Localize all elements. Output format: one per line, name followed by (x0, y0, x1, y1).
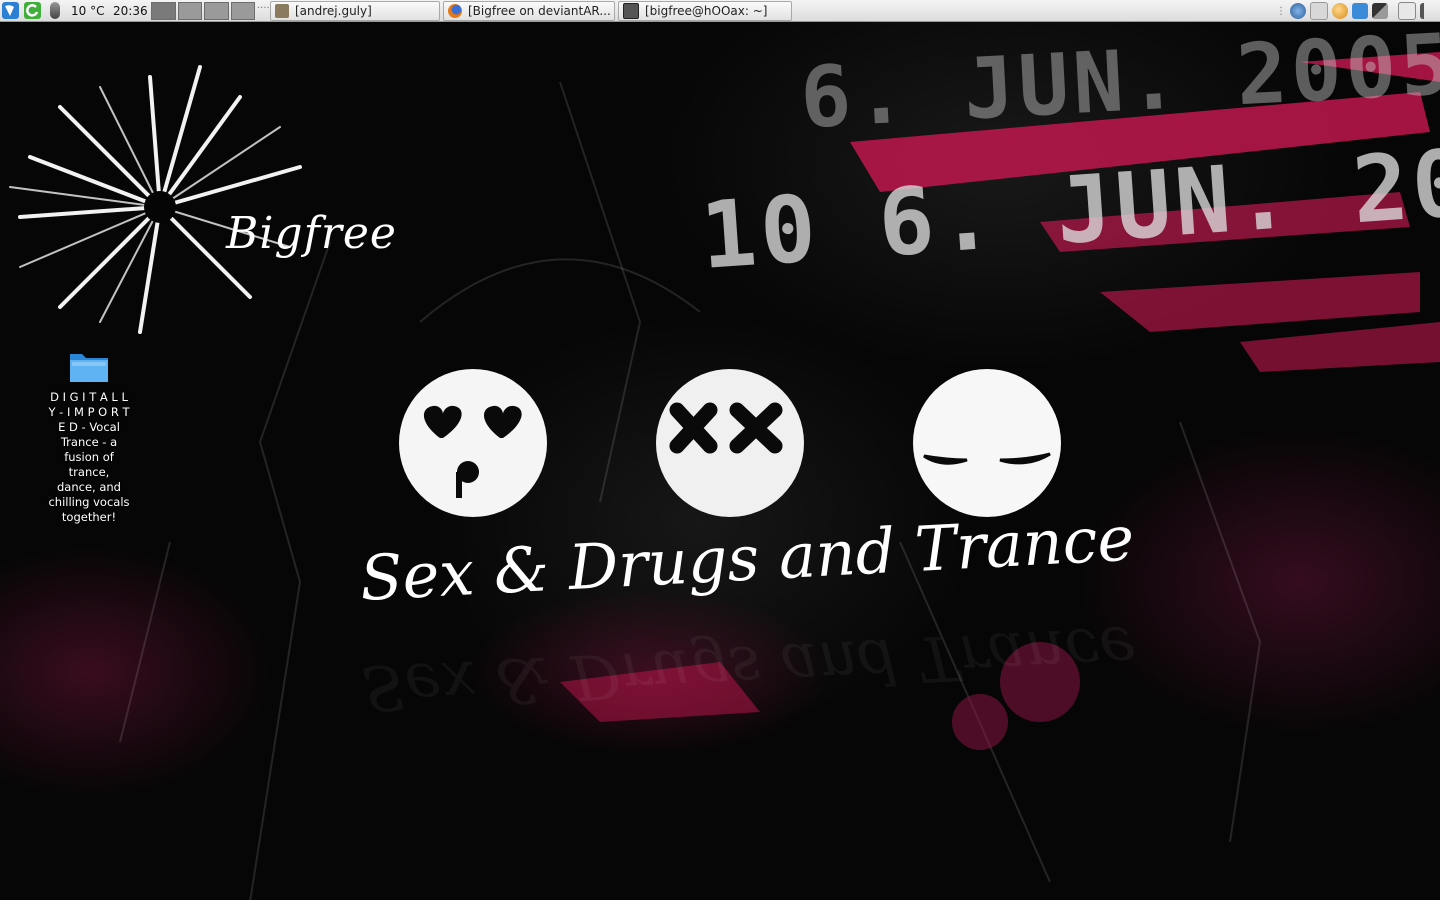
taskbar-handle: ···· (257, 3, 270, 14)
task-andrej[interactable]: [andrej.guly] (270, 1, 440, 21)
windows-icon[interactable] (1372, 3, 1388, 19)
top-panel: 10 °C 20:36 ···· [andrej.guly] [Bigfree … (0, 0, 1440, 22)
kopete-icon (275, 4, 289, 18)
sleepy-face-icon (913, 369, 1061, 517)
kde-menu-icon[interactable] (2, 2, 19, 19)
task-label: [Bigfree on deviantAR... (468, 4, 611, 18)
firefox-icon (448, 4, 462, 18)
updater-icon[interactable] (24, 2, 41, 19)
pager-desktop-4[interactable] (230, 2, 255, 20)
search-icon[interactable] (1332, 3, 1348, 19)
clock[interactable]: 20:36 (113, 4, 148, 18)
chat-icon[interactable] (1310, 2, 1328, 20)
pager-desktop-3[interactable] (204, 2, 229, 20)
klipper-icon[interactable] (1352, 3, 1368, 19)
volume-icon[interactable] (1420, 3, 1430, 19)
terminal-icon (623, 3, 639, 19)
desktop-folder-digitally-imported[interactable]: D I G I T A L L Y - I M P O R T E D - Vo… (48, 348, 130, 525)
pager-desktop-1[interactable] (151, 2, 176, 20)
tray-dots: ⋮ (1276, 5, 1286, 17)
weather-temperature: 10 °C (71, 4, 105, 18)
desktop-pager[interactable] (151, 2, 255, 20)
pager-desktop-2[interactable] (177, 2, 202, 20)
bigfree-brand-title: Bigfree (226, 208, 397, 259)
folder-icon (70, 354, 108, 382)
task-label: [bigfree@hOOax: ~] (645, 4, 768, 18)
thermometer-icon (50, 2, 60, 19)
desktop-wallpaper: 6. JUN. 2005 10 6. JUN. 2005 Bigfree Sex… (0, 22, 1440, 900)
task-terminal[interactable]: [bigfree@hOOax: ~] (618, 1, 792, 21)
system-tray: ⋮ (1276, 2, 1430, 20)
network-icon[interactable] (1290, 3, 1306, 19)
task-firefox[interactable]: [Bigfree on deviantAR... (443, 1, 615, 21)
bigfree-splash-logo (9, 65, 302, 334)
desktop-icon-label: D I G I T A L L Y - I M P O R T E D - Vo… (48, 390, 130, 524)
love-face-icon (399, 369, 547, 517)
dead-face-icon (656, 369, 804, 517)
task-label: [andrej.guly] (295, 4, 372, 18)
battery-icon[interactable] (1398, 2, 1416, 20)
